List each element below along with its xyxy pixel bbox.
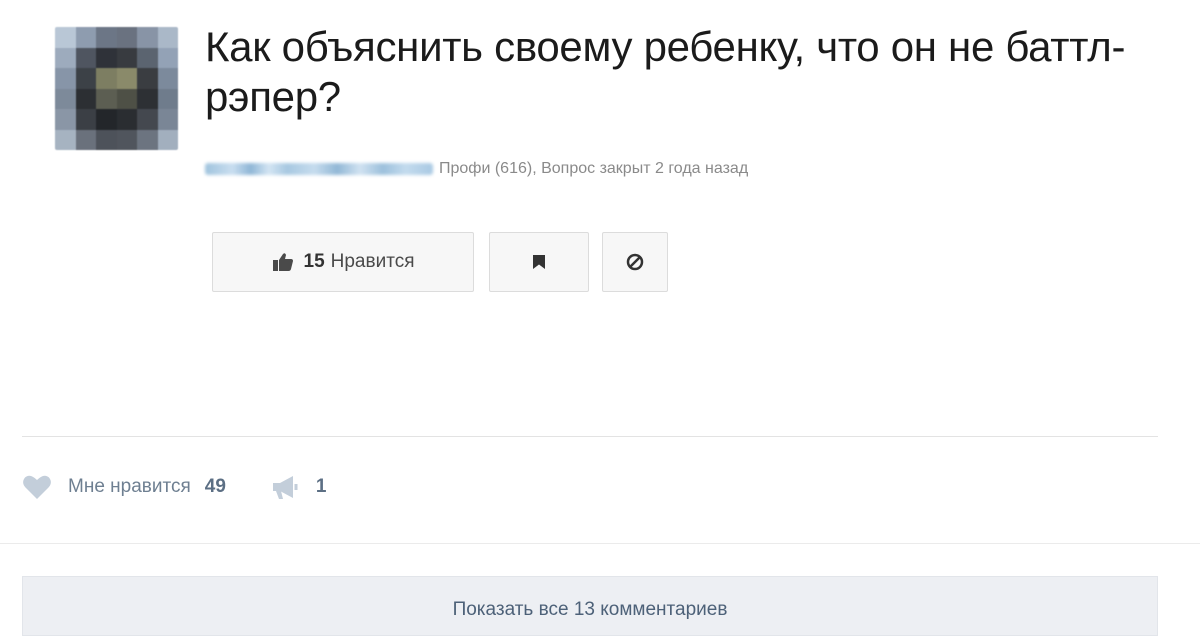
avatar-pixel — [55, 88, 76, 110]
like-button[interactable]: 15 Нравится — [212, 232, 474, 292]
avatar-pixel — [75, 68, 97, 89]
avatar-pixel — [75, 27, 97, 48]
avatar-pixel — [116, 88, 138, 110]
avatar-pixel — [157, 109, 178, 130]
avatar-pixel — [55, 68, 76, 89]
avatar-pixel — [96, 68, 117, 89]
avatar-pixel — [55, 109, 76, 130]
avatar-pixel — [75, 129, 97, 150]
block-icon — [626, 253, 644, 271]
avatar-pixel — [157, 27, 178, 48]
avatar-pixel — [157, 47, 178, 69]
avatar-pixel — [96, 109, 117, 130]
post-like-button[interactable]: Мне нравится 49 — [22, 474, 226, 500]
avatar-pixel — [75, 109, 97, 130]
heart-icon — [22, 474, 52, 500]
divider — [0, 543, 1200, 544]
avatar-pixel — [137, 47, 158, 69]
avatar-pixel — [137, 109, 158, 130]
post-share-count: 1 — [315, 476, 327, 497]
question-title: Как объяснить своему ребенку, что он не … — [205, 23, 1126, 120]
post-share-button[interactable]: 1 — [270, 474, 327, 500]
avatar-pixel — [116, 129, 138, 150]
avatar-pixel — [116, 68, 138, 89]
avatar-pixel — [137, 88, 158, 110]
bookmark-button[interactable] — [489, 232, 589, 292]
avatar-pixel — [116, 109, 138, 130]
avatar-pixel — [55, 27, 76, 48]
avatar-pixel — [96, 47, 117, 69]
avatar[interactable] — [55, 27, 178, 150]
show-all-comments-button[interactable]: Показать все 13 комментариев — [22, 576, 1158, 636]
like-button-count: 15 — [303, 251, 325, 272]
avatar-pixel — [137, 68, 158, 89]
post-actions: Мне нравится 49 1 — [22, 474, 327, 500]
question-meta: Профи (616), Вопрос закрыт 2 года назад — [205, 160, 748, 178]
meta-text: Профи (616), Вопрос закрыт 2 года назад — [439, 160, 749, 177]
avatar-pixel — [96, 129, 117, 150]
bookmark-icon — [533, 255, 545, 269]
avatar-pixel — [55, 47, 76, 69]
like-button-label: Нравится — [330, 251, 415, 272]
megaphone-icon — [270, 474, 300, 500]
block-button[interactable] — [602, 232, 668, 292]
avatar-pixel — [96, 88, 117, 110]
avatar-pixel — [116, 47, 138, 69]
thumbs-up-icon — [272, 252, 294, 272]
divider — [22, 436, 1158, 437]
avatar-pixel — [157, 68, 178, 89]
avatar-pixel — [116, 27, 138, 48]
avatar-pixel — [157, 129, 178, 150]
avatar-pixel — [96, 27, 117, 48]
avatar-pixel — [55, 129, 76, 150]
post-like-label: Мне нравится — [68, 476, 191, 497]
post-like-count: 49 — [204, 476, 226, 497]
avatar-pixel — [75, 47, 97, 69]
avatar-pixel — [157, 88, 178, 110]
avatar-pixel — [75, 88, 97, 110]
avatar-pixel — [137, 27, 158, 48]
avatar-pixel — [137, 129, 158, 150]
author-name-redacted[interactable] — [205, 163, 433, 175]
